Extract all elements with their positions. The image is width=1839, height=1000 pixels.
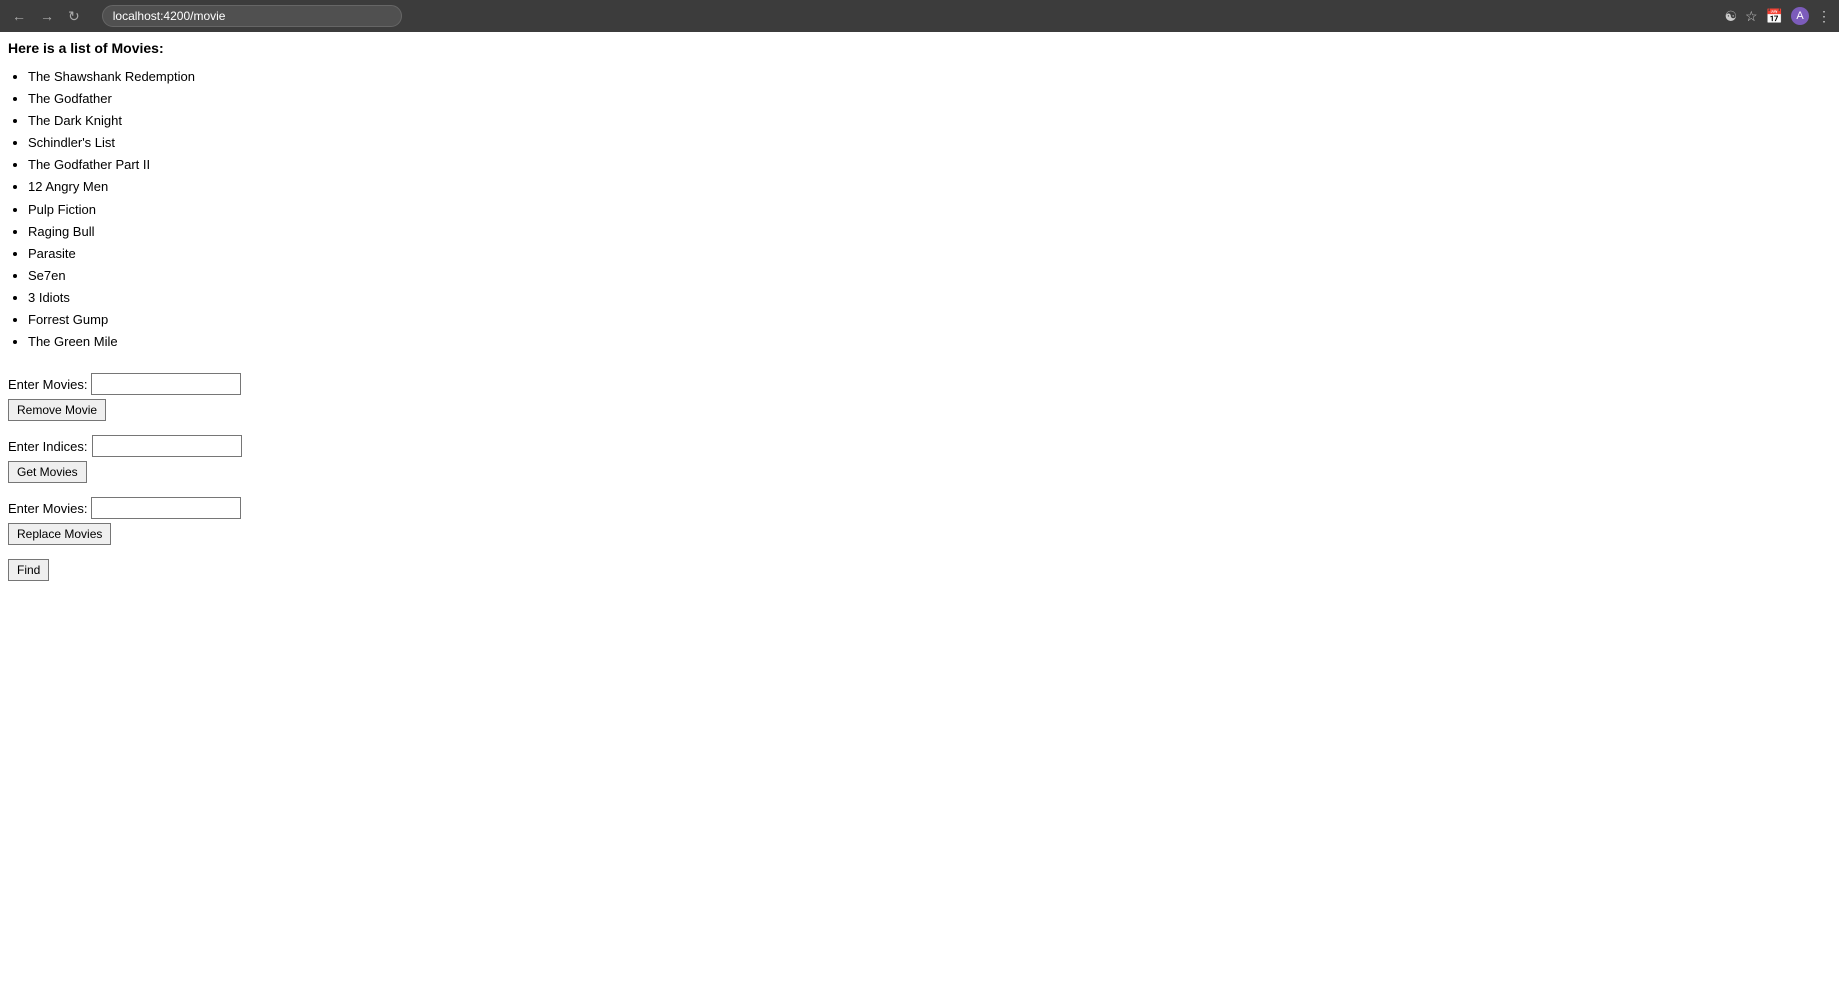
collections-icon: 📅 <box>1766 8 1783 25</box>
indices-label: Enter Indices: <box>8 439 88 454</box>
browser-chrome: ← → ↻ ☯ ☆ 📅 A ⋮ <box>0 0 1839 32</box>
forward-button[interactable]: → <box>36 6 58 26</box>
replace-movies-section: Enter Movies: Replace Movies <box>8 497 1831 545</box>
remove-movie-section: Enter Movies: Remove Movie <box>8 373 1831 421</box>
profile-icon: A <box>1791 7 1809 25</box>
list-item: 12 Angry Men <box>28 176 1831 198</box>
remove-movie-row: Enter Movies: <box>8 373 1831 395</box>
list-item: 3 Idiots <box>28 287 1831 309</box>
list-item: Raging Bull <box>28 221 1831 243</box>
browser-toolbar-icons: ☯ ☆ 📅 A ⋮ <box>1724 7 1831 25</box>
page-title: Here is a list of Movies: <box>8 40 1831 56</box>
remove-movie-input[interactable] <box>91 373 241 395</box>
remove-movie-button[interactable]: Remove Movie <box>8 399 106 421</box>
list-item: The Green Mile <box>28 331 1831 353</box>
page-content: Here is a list of Movies: The Shawshank … <box>0 32 1839 589</box>
indices-row: Enter Indices: <box>8 435 1831 457</box>
list-item: The Dark Knight <box>28 110 1831 132</box>
refresh-button[interactable]: ↻ <box>64 6 84 27</box>
get-movies-section: Enter Indices: Get Movies <box>8 435 1831 483</box>
replace-movies-input[interactable] <box>91 497 241 519</box>
list-item: Schindler's List <box>28 132 1831 154</box>
list-item: Se7en <box>28 265 1831 287</box>
back-button[interactable]: ← <box>8 6 30 26</box>
address-bar[interactable] <box>102 5 402 27</box>
find-section: Find <box>8 559 1831 581</box>
list-item: Forrest Gump <box>28 309 1831 331</box>
favorites-icon: ☆ <box>1745 8 1758 25</box>
menu-icon: ⋮ <box>1817 8 1831 25</box>
list-item: Parasite <box>28 243 1831 265</box>
indices-input[interactable] <box>92 435 242 457</box>
replace-movie-row: Enter Movies: <box>8 497 1831 519</box>
remove-movie-label: Enter Movies: <box>8 377 87 392</box>
list-item: The Godfather Part II <box>28 154 1831 176</box>
get-movies-button[interactable]: Get Movies <box>8 461 87 483</box>
list-item: Pulp Fiction <box>28 199 1831 221</box>
extensions-icon: ☯ <box>1724 8 1737 25</box>
list-item: The Shawshank Redemption <box>28 66 1831 88</box>
replace-movie-label: Enter Movies: <box>8 501 87 516</box>
replace-movies-button[interactable]: Replace Movies <box>8 523 111 545</box>
list-item: The Godfather <box>28 88 1831 110</box>
movies-list: The Shawshank RedemptionThe GodfatherThe… <box>28 66 1831 353</box>
find-button[interactable]: Find <box>8 559 49 581</box>
